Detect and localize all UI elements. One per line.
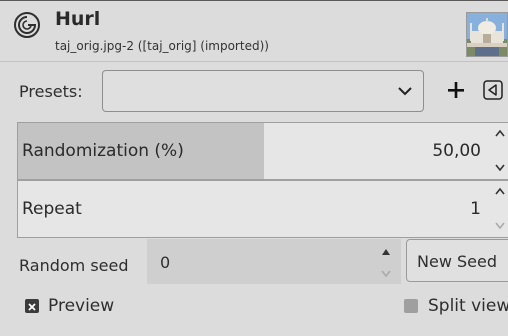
randomization-spinscale[interactable]: Randomization (%) 50,00 [17,122,508,180]
check-x-icon [28,303,36,311]
repeat-value: 1 [470,199,481,219]
add-preset-button[interactable] [443,76,469,104]
randomization-value: 50,00 [432,141,481,161]
repeat-spinscale[interactable]: Repeat 1 [17,180,508,238]
chevron-down-icon [398,87,412,96]
hurl-logo-icon [14,12,40,38]
preview-label[interactable]: Preview [48,296,114,316]
split-view-checkbox[interactable] [404,299,418,313]
dialog-header: Hurl taj_orig.jpg-2 ([taj_orig] (importe… [0,1,508,61]
dialog-title: Hurl [55,8,101,30]
presets-menu-icon[interactable] [483,80,503,100]
spin-arrows-icon[interactable] [493,185,507,233]
image-thumbnail [466,12,508,57]
random-seed-input[interactable]: 0 [147,239,401,284]
presets-label: Presets: [19,82,83,101]
new-seed-button[interactable]: New Seed [406,239,508,282]
split-view-label[interactable]: Split view [428,296,508,316]
preview-checkbox[interactable] [25,299,39,313]
spin-arrows-icon[interactable] [493,127,507,175]
presets-combo[interactable] [102,70,424,112]
spin-arrows-icon[interactable] [379,243,393,281]
randomization-label: Randomization (%) [22,141,184,161]
image-subtitle: taj_orig.jpg-2 ([taj_orig] (imported)) [55,39,269,53]
random-seed-label: Random seed [19,256,129,275]
header-divider [0,61,508,62]
random-seed-value: 0 [160,253,171,272]
plus-icon [448,82,464,98]
repeat-label: Repeat [22,199,82,219]
